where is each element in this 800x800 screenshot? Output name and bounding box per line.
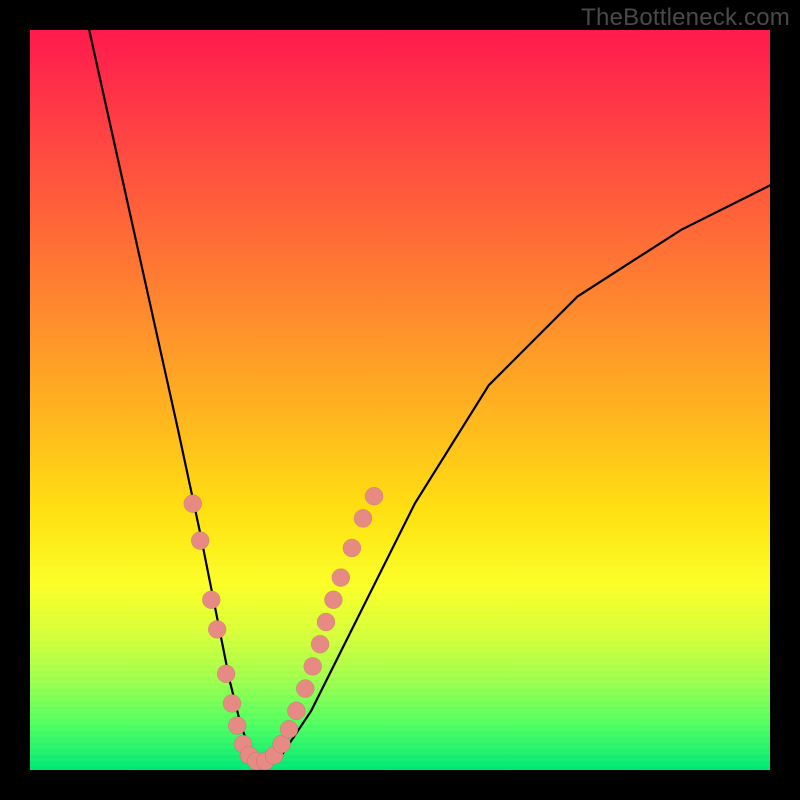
marker-dot [365, 487, 383, 505]
marker-dot [191, 532, 209, 550]
marker-dot [311, 635, 329, 653]
bottleneck-curve [89, 30, 770, 763]
marker-dot [223, 694, 241, 712]
marker-dot [343, 539, 361, 557]
marker-dot [202, 591, 220, 609]
marker-dot [228, 717, 246, 735]
marker-dot [287, 702, 305, 720]
plot-area [30, 30, 770, 770]
marker-dot [208, 620, 226, 638]
marker-dot [304, 657, 322, 675]
marker-dot [324, 591, 342, 609]
chart-frame: TheBottleneck.com [0, 0, 800, 800]
marker-dot [317, 613, 335, 631]
marker-dot [354, 509, 372, 527]
watermark-text: TheBottleneck.com [581, 4, 790, 32]
marker-dot [184, 495, 202, 513]
marker-dot [332, 569, 350, 587]
curve-layer [30, 30, 770, 770]
marker-dot [217, 665, 235, 683]
marker-dot [296, 680, 314, 698]
marker-dot [280, 720, 298, 738]
